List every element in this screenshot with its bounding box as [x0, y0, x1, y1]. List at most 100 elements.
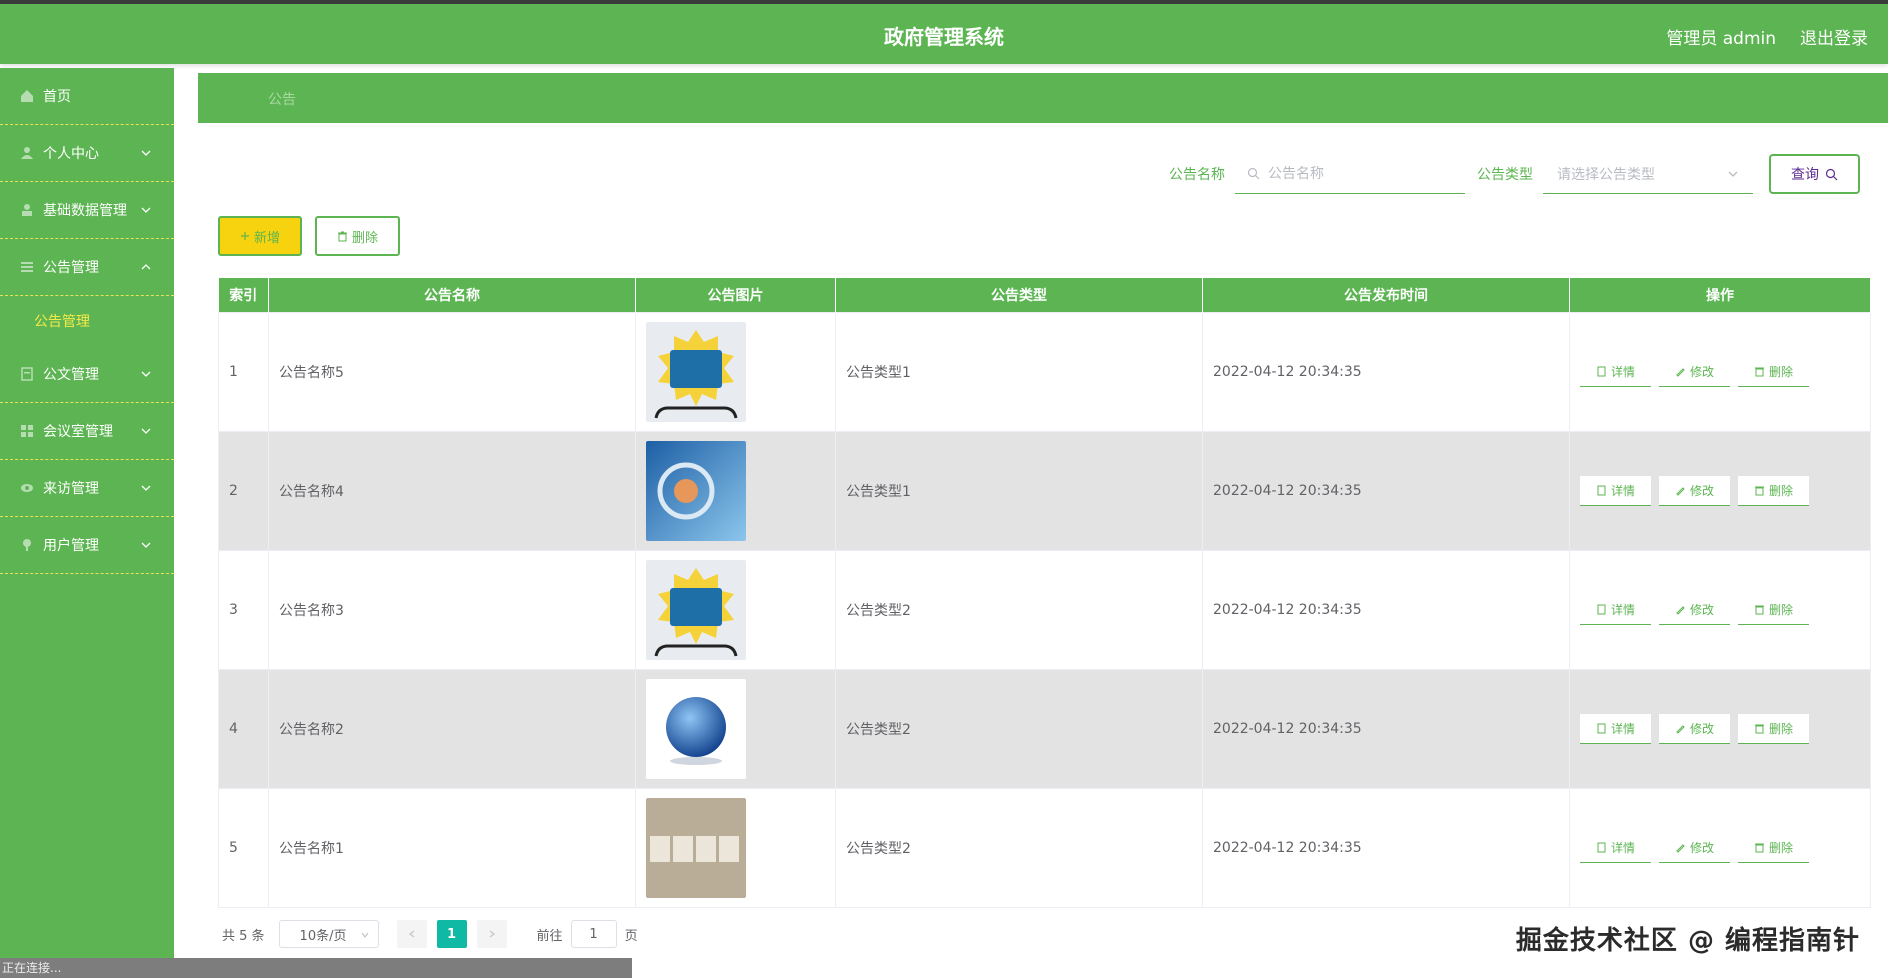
- goto-label: 前往: [536, 928, 563, 944]
- news-thumbnail[interactable]: [646, 797, 746, 898]
- cell-name: 公告名称4: [268, 430, 636, 551]
- cell-time: 2022-04-12 20:34:35: [1202, 668, 1570, 789]
- edit-icon: [1676, 843, 1685, 853]
- detail-button[interactable]: 详情: [1580, 713, 1651, 744]
- delete-button[interactable]: 删除: [1738, 713, 1809, 744]
- document-icon: [1597, 485, 1606, 495]
- chevron-down-icon: [141, 150, 151, 156]
- edit-button[interactable]: 修改: [1659, 832, 1730, 863]
- sidebar-item-label: 首页: [43, 89, 71, 105]
- chevron-down-icon: [141, 485, 151, 491]
- cell-name: 公告名称5: [268, 311, 636, 432]
- news-thumbnail[interactable]: [646, 678, 746, 779]
- breadcrumb-item[interactable]: 公告: [268, 89, 296, 109]
- sidebar-item-personal[interactable]: 个人中心: [0, 125, 174, 182]
- table-row: 3 公告名称3 公告类型2 2022-04-12 20:34:35 详情 修改: [218, 549, 1871, 670]
- sidebar-item-meeting-room[interactable]: 会议室管理: [0, 403, 174, 460]
- col-header-image[interactable]: 公告图片: [635, 278, 836, 312]
- cell-time: 2022-04-12 20:34:35: [1202, 430, 1570, 551]
- edit-icon: [1676, 486, 1685, 496]
- notice-type-placeholder: 请选择公告类型: [1557, 166, 1655, 183]
- sidebar-item-notice[interactable]: 公告管理: [0, 239, 174, 296]
- document-icon: [1597, 604, 1606, 614]
- chevron-up-icon: [141, 264, 151, 270]
- chevron-down-icon: [141, 207, 151, 213]
- add-button[interactable]: 新增: [218, 216, 302, 256]
- sidebar-item-label: 公文管理: [43, 367, 99, 383]
- detail-button[interactable]: 详情: [1580, 356, 1651, 387]
- trash-icon: [1754, 843, 1764, 852]
- document-icon: [21, 367, 33, 381]
- trash-icon: [1754, 724, 1764, 733]
- cell-index: 3: [218, 549, 269, 670]
- app-title: 政府管理系统: [884, 25, 1004, 49]
- edit-button[interactable]: 修改: [1659, 356, 1730, 387]
- cell-index: 2: [218, 430, 269, 551]
- row-actions: 详情 修改 删除: [1580, 356, 1870, 387]
- main-panel: 公告名称 公告类型 请选择公告类型 查询 新增 删除 索引 公告名称: [198, 126, 1888, 978]
- col-header-index[interactable]: 索引: [218, 278, 269, 312]
- sidebar-item-visitor[interactable]: 来访管理: [0, 460, 174, 517]
- notice-type-select[interactable]: 请选择公告类型: [1543, 154, 1753, 194]
- detail-button[interactable]: 详情: [1580, 475, 1651, 506]
- news-thumbnail[interactable]: [646, 559, 746, 660]
- notice-name-input[interactable]: [1268, 165, 1458, 182]
- sidebar-item-user-manage[interactable]: 用户管理: [0, 517, 174, 574]
- chevron-down-icon: [141, 371, 151, 377]
- sidebar-item-label: 用户管理: [43, 538, 99, 554]
- bulk-delete-button[interactable]: 删除: [315, 216, 400, 256]
- query-button[interactable]: 查询: [1769, 154, 1860, 194]
- notice-name-field[interactable]: [1235, 154, 1465, 194]
- cell-index: 5: [218, 787, 269, 908]
- goto-page-input[interactable]: [570, 920, 617, 948]
- detail-button[interactable]: 详情: [1580, 594, 1651, 625]
- notice-table: 索引 公告名称 公告图片 公告类型 公告发布时间 操作 1 公告名称5 公告类型…: [218, 278, 1871, 908]
- col-header-name[interactable]: 公告名称: [268, 278, 636, 312]
- page-size-select[interactable]: 10条/页: [278, 920, 379, 948]
- person-icon: [22, 204, 32, 216]
- col-header-time[interactable]: 公告发布时间: [1202, 278, 1570, 312]
- next-page-button[interactable]: [476, 920, 507, 948]
- table-row: 1 公告名称5 公告类型1 2022-04-12 20:34:35 详情 修改: [218, 311, 1871, 432]
- sidebar-item-document[interactable]: 公文管理: [0, 346, 174, 403]
- edit-button[interactable]: 修改: [1659, 594, 1730, 625]
- edit-button[interactable]: 修改: [1659, 713, 1730, 744]
- chevron-left-icon: [408, 930, 414, 938]
- col-header-type[interactable]: 公告类型: [835, 278, 1203, 312]
- cell-index: 4: [218, 668, 269, 789]
- sidebar: 首页 个人中心 基础数据管理 公告管理 公告管理 公文管理 会议室管理 来访管理…: [0, 68, 174, 978]
- sidebar-subitem-notice-manage[interactable]: 公告管理: [0, 296, 174, 346]
- prev-page-button[interactable]: [396, 920, 427, 948]
- document-icon: [1597, 723, 1606, 733]
- plus-icon: [240, 232, 249, 240]
- table-header-row: 索引 公告名称 公告图片 公告类型 公告发布时间 操作: [218, 278, 1871, 312]
- cell-name: 公告名称2: [268, 668, 636, 789]
- logout-link[interactable]: 退出登录: [1800, 24, 1868, 49]
- page-number-current[interactable]: 1: [436, 920, 467, 948]
- table-row: 4 公告名称2 公告类型2 2022-04-12 20:34:35 详情 修改: [218, 668, 1871, 789]
- document-icon: [1597, 366, 1606, 376]
- goto-page: 前往 页: [537, 920, 638, 948]
- chevron-down-icon: [361, 932, 369, 938]
- list-icon: [21, 262, 33, 272]
- delete-button[interactable]: 删除: [1738, 832, 1809, 863]
- sidebar-item-basic-data[interactable]: 基础数据管理: [0, 182, 174, 239]
- sidebar-item-home[interactable]: 首页: [0, 68, 174, 125]
- news-thumbnail[interactable]: [646, 321, 746, 422]
- cell-name: 公告名称1: [268, 787, 636, 908]
- notice-type-label: 公告类型: [1477, 167, 1533, 183]
- grid-icon: [21, 425, 33, 437]
- edit-icon: [1676, 367, 1685, 377]
- pagination: 共 5 条 10条/页 1 前往 页: [222, 920, 638, 948]
- delete-button[interactable]: 删除: [1738, 594, 1809, 625]
- news-thumbnail[interactable]: [646, 440, 746, 541]
- edit-button[interactable]: 修改: [1659, 475, 1730, 506]
- top-right-area: 管理员 admin 退出登录: [1666, 24, 1868, 49]
- delete-button[interactable]: 删除: [1738, 356, 1809, 387]
- delete-button[interactable]: 删除: [1738, 475, 1809, 506]
- browser-status-bar: 正在连接...: [0, 958, 632, 978]
- row-actions: 详情 修改 删除: [1580, 594, 1870, 625]
- page-size-value: 10条/页: [299, 928, 347, 944]
- cell-time: 2022-04-12 20:34:35: [1202, 787, 1570, 908]
- detail-button[interactable]: 详情: [1580, 832, 1651, 863]
